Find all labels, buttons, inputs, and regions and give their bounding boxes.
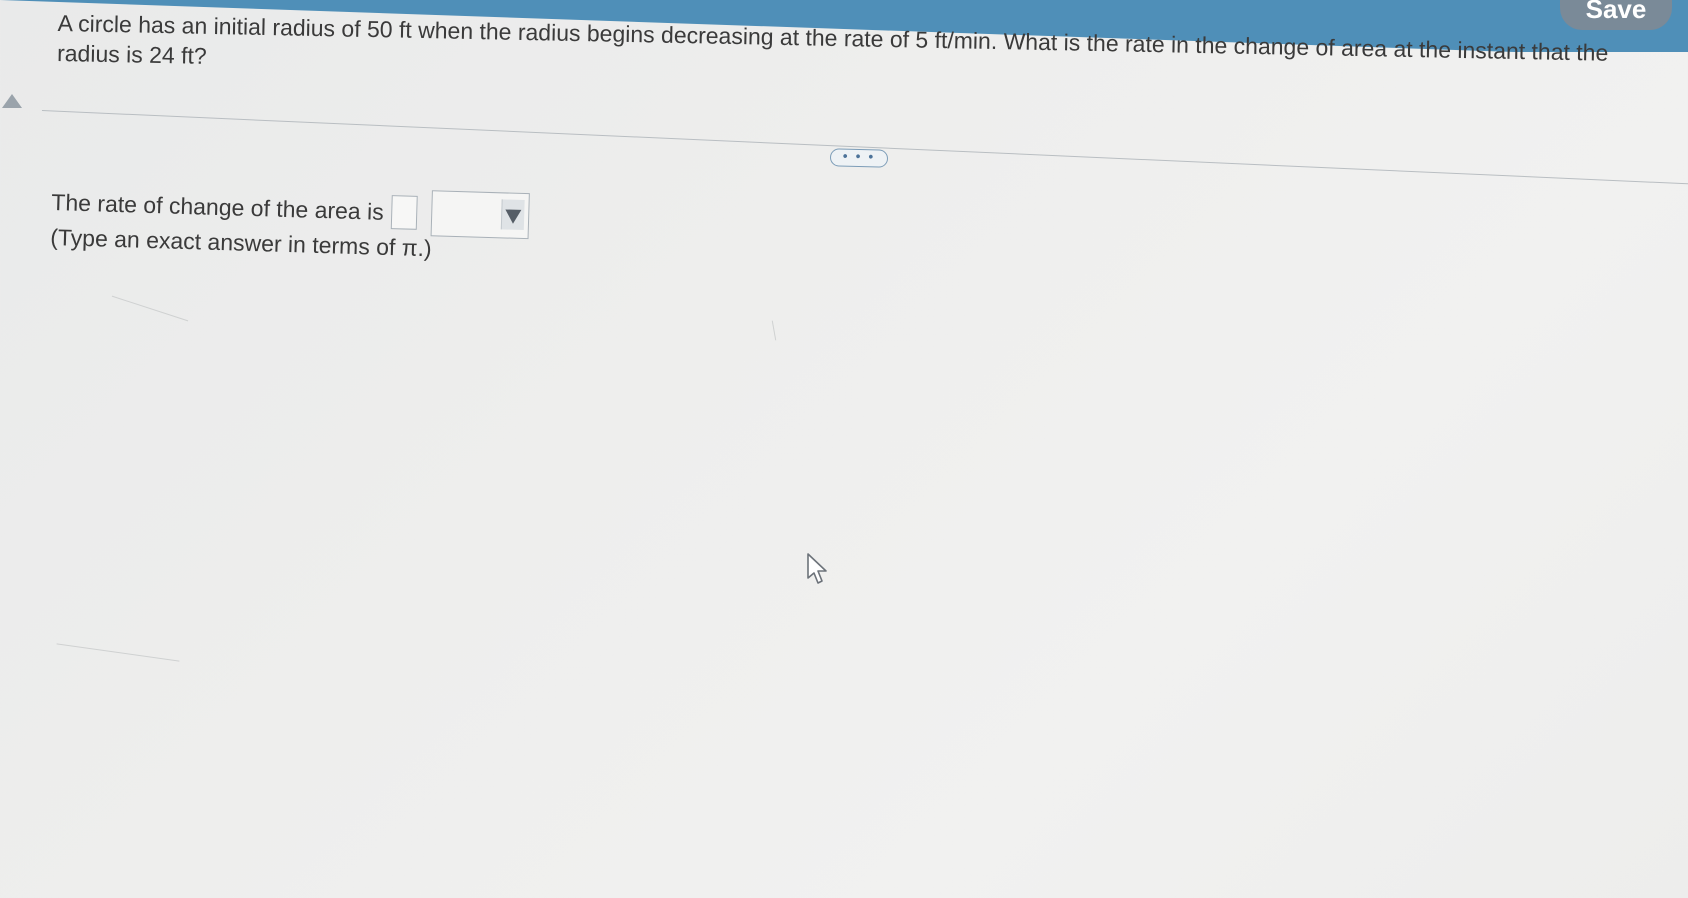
screen-scratch — [56, 643, 180, 662]
save-button[interactable]: Save — [1560, 0, 1672, 30]
answer-input[interactable] — [391, 195, 419, 230]
screen-scratch — [771, 320, 777, 341]
answer-area: The rate of change of the area is (Type … — [50, 182, 531, 266]
unit-select[interactable] — [430, 190, 531, 240]
more-button[interactable]: • • • — [829, 148, 889, 168]
dropdown-arrow-icon[interactable] — [501, 199, 526, 231]
scroll-up-icon[interactable] — [2, 94, 22, 108]
screen-scratch — [111, 295, 189, 322]
answer-label: The rate of change of the area is — [51, 188, 385, 225]
mouse-pointer-icon — [807, 553, 827, 584]
